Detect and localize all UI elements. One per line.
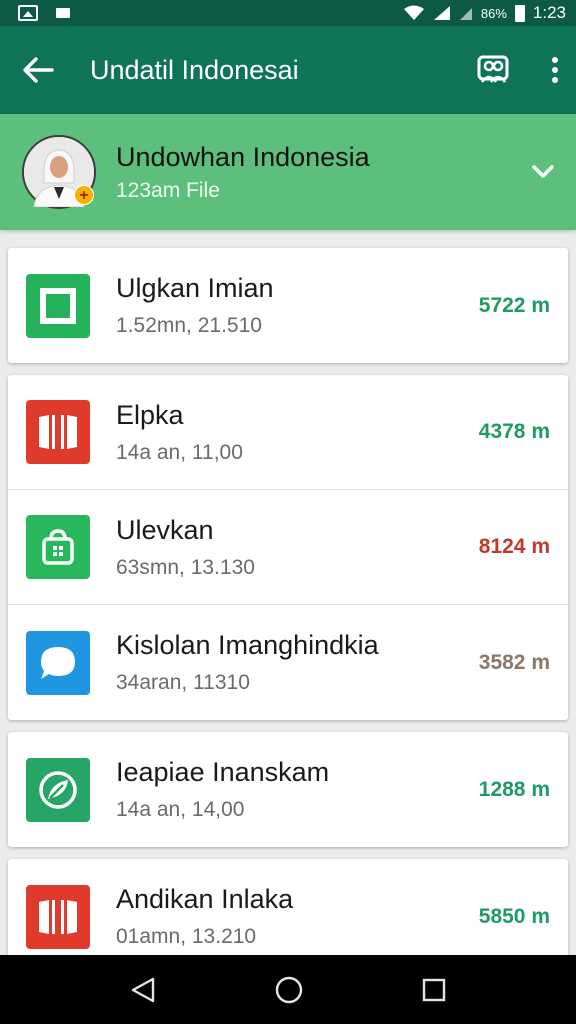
chevron-down-icon[interactable] — [532, 165, 554, 179]
list-item-text: Andikan Inlaka 01amn, 13.210 — [116, 884, 479, 949]
list-card: Ieapiae Inanskam 14a an, 14,00 1288 m — [8, 732, 568, 847]
chat-icon — [26, 630, 90, 695]
list-card: Elpka 14a an, 11,00 4378 m Ulevkan 63smn, 13… — [8, 375, 568, 720]
add-badge[interactable]: + — [74, 185, 94, 205]
list-item-title: Ulgkan Imian — [116, 273, 274, 303]
list-item-subtitle: 14a an, 14,00 — [116, 798, 245, 821]
battery-icon — [514, 4, 525, 22]
book-icon — [26, 884, 90, 949]
people-icon[interactable] — [476, 55, 510, 85]
list-item-subtitle: 14a an, 11,00 — [116, 440, 243, 464]
list-card: Ulgkan Imian 1.52mn, 21.510 5722 m — [8, 248, 568, 363]
battery-percent: 86% — [480, 5, 507, 21]
list-item-value: 5850 m — [478, 904, 550, 928]
list-item[interactable]: Ieapiae Inanskam 14a an, 14,00 1288 m — [8, 732, 568, 847]
wifi-icon — [403, 5, 424, 20]
status-bar: 86% 1:23 — [0, 0, 576, 26]
nav-home-icon[interactable] — [274, 975, 304, 1005]
list-item-text: Ieapiae Inanskam 14a an, 14,00 — [116, 757, 479, 822]
list-item[interactable]: Ulevkan 63smn, 13.130 8124 m — [8, 490, 568, 605]
list-item-subtitle: 01amn, 13.210 — [116, 925, 257, 948]
list-item[interactable]: Kislolan Imanghindkia 34aran, 11310 3582 m — [8, 605, 568, 720]
list-item[interactable]: Ulgkan Imian 1.52mn, 21.510 5722 m — [8, 248, 568, 363]
list-item-title: Elpka — [116, 399, 184, 430]
list-item-text: Elpka 14a an, 11,00 — [116, 400, 479, 465]
list-item[interactable]: Elpka 14a an, 11,00 4378 m — [8, 375, 568, 490]
list-item-title: Ieapiae Inanskam — [116, 757, 330, 787]
signal-weak-icon — [459, 8, 472, 20]
list-item-value: 5722 m — [478, 293, 550, 317]
contact-name: Undowhan Indonesia — [116, 141, 370, 172]
book-icon — [26, 400, 90, 464]
list-item-value: 8124 m — [478, 535, 550, 558]
list-item-subtitle: 63smn, 13.130 — [116, 555, 255, 579]
image-notification-icon — [18, 5, 38, 21]
contact-banner[interactable]: + Undowhan Indonesia 123am File — [0, 114, 576, 230]
list-item-value: 1288 m — [478, 777, 550, 801]
list-item-text: Kislolan Imanghindkia 34aran, 11310 — [116, 630, 479, 695]
nav-recents-icon[interactable] — [421, 977, 447, 1003]
more-vert-icon[interactable] — [550, 56, 560, 84]
list-item-title: Kislolan Imanghindkia — [116, 630, 379, 660]
app-bar: Undatil Indonesai — [0, 26, 576, 114]
list-item-value: 4378 m — [478, 420, 550, 443]
nav-back-icon[interactable] — [129, 976, 157, 1004]
list-item-title: Ulevkan — [116, 514, 214, 545]
list-item-title: Andikan Inlaka — [116, 884, 294, 914]
list-item-text: Ulgkan Imian 1.52mn, 21.510 — [116, 273, 479, 338]
avatar: + — [22, 135, 96, 209]
contact-subtitle: 123am File — [116, 178, 220, 202]
bag-icon — [26, 515, 90, 579]
list-item-text: Ulevkan 63smn, 13.130 — [116, 515, 479, 580]
message-notification-icon — [56, 8, 70, 18]
navigation-bar — [0, 955, 576, 1024]
square-icon — [26, 273, 90, 338]
page-title: Undatil Indonesai — [90, 54, 299, 85]
app-usage-list: Ulgkan Imian 1.52mn, 21.510 5722 m Elpka 14a… — [8, 248, 568, 986]
signal-icon — [433, 6, 450, 20]
list-item-subtitle: 1.52mn, 21.510 — [116, 314, 262, 337]
arrow-left-icon[interactable] — [22, 56, 54, 84]
leaf-icon — [26, 757, 90, 822]
list-item-subtitle: 34aran, 11310 — [116, 671, 250, 694]
clock: 1:23 — [532, 3, 566, 22]
list-item-value: 3582 m — [478, 650, 550, 674]
